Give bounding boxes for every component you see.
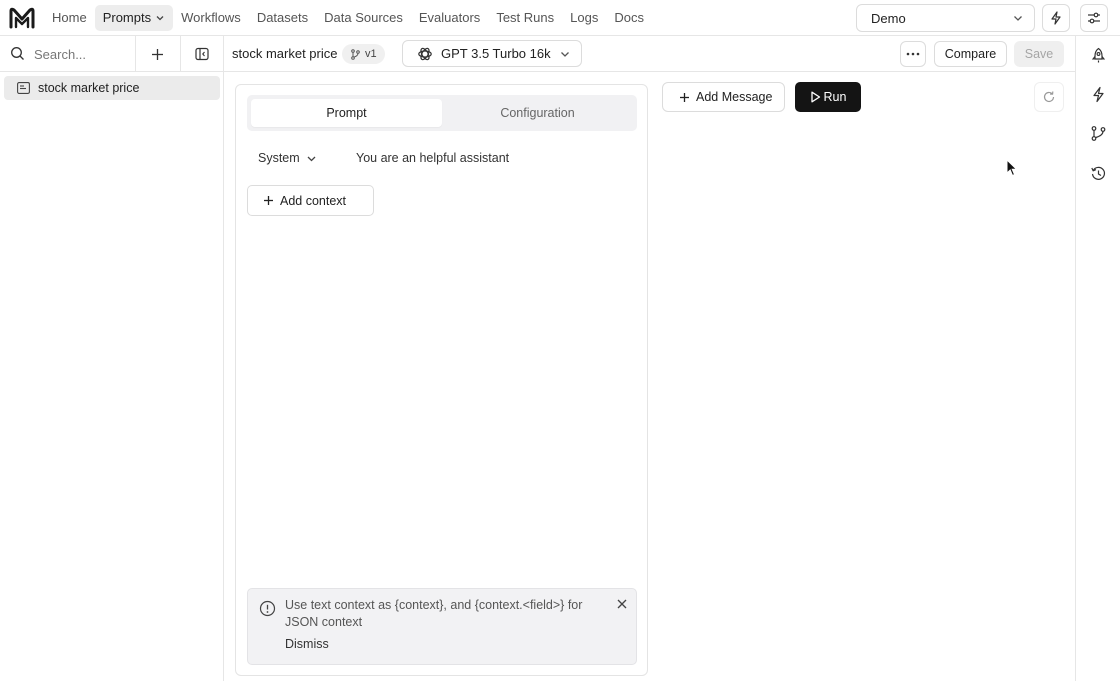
nav-item-label: Docs [614, 10, 644, 25]
compare-button[interactable]: Compare [934, 41, 1007, 67]
hint-text: Use text context as {context}, and {cont… [285, 598, 583, 629]
nav-item-label: Workflows [181, 10, 241, 25]
sidebar-item-stock-market-price[interactable]: stock market price [4, 76, 220, 100]
info-icon [259, 600, 276, 617]
run-button[interactable]: Run [795, 82, 861, 112]
nav-item-prompts[interactable]: Prompts [94, 5, 174, 31]
add-message-label: Add Message [696, 90, 773, 104]
search-input[interactable] [34, 44, 130, 64]
nav-item-label: Data Sources [324, 10, 403, 25]
right-rail [1075, 36, 1120, 681]
divider [180, 36, 181, 72]
nav-item-evaluators[interactable]: Evaluators [411, 5, 488, 31]
context-hint-banner: Use text context as {context}, and {cont… [247, 588, 637, 665]
plus-icon [263, 195, 274, 206]
workspace-select-value: Demo [871, 10, 906, 26]
system-message-input[interactable]: You are an helpful assistant [356, 151, 509, 165]
more-horizontal-icon [906, 52, 920, 56]
search-icon [10, 46, 25, 61]
nav-item-label: Datasets [256, 10, 309, 25]
new-prompt-button[interactable] [146, 44, 168, 64]
nav-item-docs[interactable]: Docs [606, 5, 652, 31]
workspace-select[interactable]: Demo [856, 4, 1035, 32]
lightning-button[interactable] [1042, 4, 1070, 32]
chevron-down-icon [559, 48, 571, 60]
mouse-cursor-icon [1006, 159, 1018, 177]
tab-prompt[interactable]: Prompt [251, 99, 442, 127]
save-button[interactable]: Save [1014, 41, 1064, 67]
git-branch-icon [350, 48, 361, 60]
add-context-label: Add context [280, 193, 347, 208]
app-logo-icon[interactable] [9, 6, 35, 30]
openai-icon [417, 46, 433, 62]
lightning-icon [1049, 11, 1063, 25]
tab-configuration[interactable]: Configuration [442, 99, 633, 127]
close-icon[interactable] [615, 597, 629, 611]
refresh-icon [1042, 90, 1056, 104]
panel-collapse-icon [195, 47, 209, 61]
main-nav: Home Prompts Workflows Datasets Data Sou… [44, 5, 652, 31]
model-select[interactable]: GPT 3.5 Turbo 16k [402, 40, 582, 67]
sliders-icon [1087, 11, 1101, 25]
more-options-button[interactable] [900, 41, 926, 67]
lightning-icon[interactable] [1090, 86, 1107, 103]
history-icon[interactable] [1090, 165, 1107, 182]
nav-item-test-runs[interactable]: Test Runs [488, 5, 562, 31]
nav-item-data-sources[interactable]: Data Sources [316, 5, 411, 31]
tab-label: Prompt [326, 106, 367, 120]
nav-item-label: Test Runs [496, 10, 555, 25]
nav-item-label: Evaluators [418, 10, 481, 25]
chevron-down-icon [306, 153, 317, 164]
editor-tabs: Prompt Configuration [247, 95, 637, 131]
nav-item-datasets[interactable]: Datasets [249, 5, 316, 31]
nav-item-label: Prompts [102, 10, 152, 25]
compare-button-label: Compare [944, 47, 997, 61]
model-select-value: GPT 3.5 Turbo 16k [441, 46, 551, 61]
plus-icon [679, 92, 690, 103]
git-branch-icon[interactable] [1090, 125, 1107, 142]
nav-item-label: Logs [570, 10, 599, 25]
reset-chat-button[interactable] [1034, 82, 1064, 112]
prompt-toolbar: stock market price v1 GPT 3.5 Turbo 16k … [224, 36, 1075, 72]
run-button-label: Run [823, 90, 847, 104]
message-role-select[interactable]: System [258, 151, 317, 165]
version-label: v1 [365, 48, 377, 60]
plus-icon [151, 48, 164, 61]
prompts-sidebar: stock market price [0, 36, 224, 681]
nav-item-label: Home [52, 10, 87, 25]
top-navigation-bar: Home Prompts Workflows Datasets Data Sou… [0, 0, 1120, 36]
message-role-value: System [258, 151, 300, 165]
prompt-title: stock market price [232, 46, 338, 61]
add-message-button[interactable]: Add Message [662, 82, 785, 112]
divider [135, 36, 136, 72]
chevron-down-icon [155, 13, 165, 23]
settings-button[interactable] [1080, 4, 1108, 32]
rocket-icon[interactable] [1090, 47, 1107, 64]
chevron-down-icon [1012, 12, 1024, 24]
prompt-editor-panel: Prompt Configuration System You are an h… [235, 84, 648, 676]
nav-item-logs[interactable]: Logs [562, 5, 606, 31]
sidebar-header [0, 36, 223, 72]
nav-item-workflows[interactable]: Workflows [173, 5, 249, 31]
play-icon [810, 91, 821, 103]
version-selector[interactable]: v1 [342, 44, 385, 64]
collapse-sidebar-button[interactable] [191, 44, 213, 64]
nav-item-home[interactable]: Home [44, 5, 95, 31]
prompt-file-icon [17, 82, 30, 94]
sidebar-item-label: stock market price [38, 81, 140, 95]
save-button-label: Save [1024, 47, 1054, 61]
dismiss-button[interactable]: Dismiss [285, 637, 329, 651]
tab-label: Configuration [500, 106, 575, 120]
add-context-button[interactable]: Add context [247, 185, 374, 216]
